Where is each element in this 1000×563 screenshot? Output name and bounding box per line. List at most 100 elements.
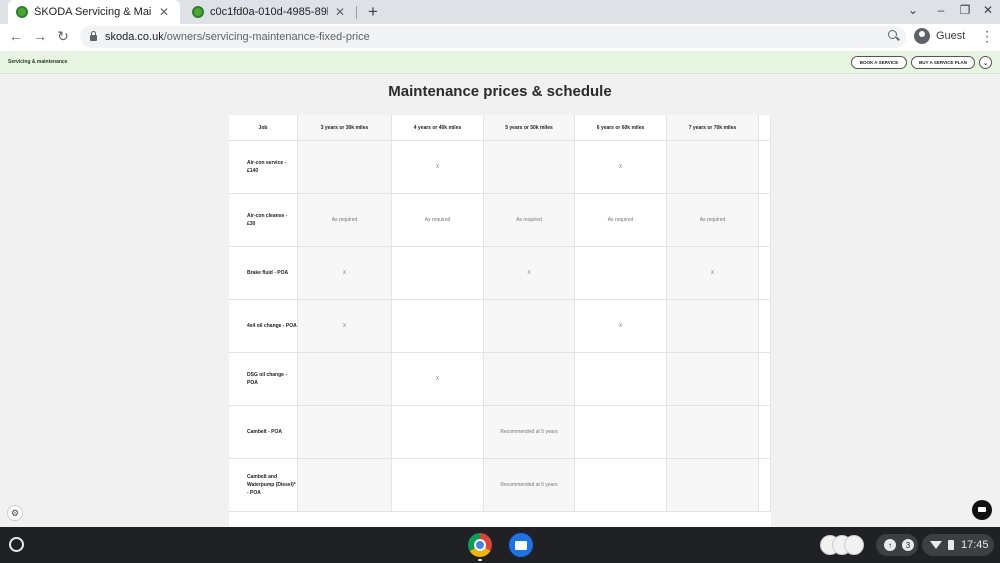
tab-close-icon[interactable]: ✕	[334, 5, 346, 19]
skoda-favicon-icon	[192, 6, 204, 18]
table-cell: As required	[392, 194, 484, 247]
table-cell: As required	[667, 194, 759, 247]
page-content: Maintenance prices & schedule Job 3 years…	[0, 74, 1000, 527]
table-cell	[759, 141, 771, 194]
tab-search-icon[interactable]: ⌄	[905, 3, 921, 17]
browser-toolbar: ← → ↻ skoda.co.uk/owners/servicing-maint…	[0, 24, 1000, 51]
status-tray[interactable]: 17:45	[922, 534, 994, 556]
table-cell: X	[298, 300, 392, 353]
files-icon[interactable]	[509, 533, 533, 557]
column-header-job: Job	[229, 115, 298, 141]
accessibility-icon[interactable]: ⚙	[7, 505, 23, 521]
table-cell	[484, 300, 575, 353]
row-job-label: Cambelt - POA	[229, 406, 298, 459]
tab-title: c0c1fd0a-010d-4985-89bf-3c0a	[210, 6, 328, 18]
phone-hub-icon[interactable]	[820, 535, 866, 555]
upload-icon: ↑	[884, 539, 896, 551]
table-cell	[759, 247, 771, 300]
table-cell: Recommended at 5 years	[484, 406, 575, 459]
close-window-icon[interactable]: ✕	[980, 3, 996, 17]
column-header: 5 years or 50k miles	[484, 115, 575, 141]
table-cell: X	[575, 141, 667, 194]
table-cell: Recommended at 5 years	[484, 459, 575, 512]
table-cell	[575, 247, 667, 300]
book-service-button[interactable]: BOOK A SERVICE	[851, 56, 907, 69]
skoda-favicon-icon	[16, 6, 28, 18]
row-job-label: Brake fluid - POA	[229, 247, 298, 300]
os-shelf: ↑ 3 17:45	[0, 527, 1000, 563]
table-cell	[484, 353, 575, 406]
row-job-label: 4x4 oil change - POA	[229, 300, 298, 353]
table-cell: As required	[298, 194, 392, 247]
battery-icon	[948, 540, 954, 550]
chat-icon[interactable]	[972, 500, 992, 520]
row-job-label: DSG oil change - POA	[229, 353, 298, 406]
address-bar[interactable]: skoda.co.uk/owners/servicing-maintenance…	[80, 26, 906, 48]
table-cell	[759, 459, 771, 512]
lock-icon	[90, 31, 97, 41]
row-job-label: Cambelt and Waterpump (Diesel)* - POA	[229, 459, 298, 512]
table-cell	[575, 459, 667, 512]
column-header: 6 years or 60k miles	[575, 115, 667, 141]
tab-separator	[356, 6, 357, 19]
guest-avatar-icon	[914, 28, 930, 44]
table-cell	[667, 300, 759, 353]
table-cell	[298, 353, 392, 406]
browser-tab-strip: ŠKODA Servicing & Maintenance ✕ c0c1fd0a…	[0, 0, 1000, 24]
table-cell	[759, 353, 771, 406]
column-header: 4 years or 40k miles	[392, 115, 484, 141]
column-header: 3 years or 30k miles	[298, 115, 392, 141]
table-cell	[667, 141, 759, 194]
notification-count: 3	[902, 539, 914, 551]
buy-service-plan-button[interactable]: BUY A SERVICE PLAN	[911, 56, 975, 69]
tab-title: ŠKODA Servicing & Maintenance	[34, 6, 152, 18]
forward-icon[interactable]: →	[32, 28, 48, 44]
back-icon[interactable]: ←	[8, 28, 24, 44]
table-cell: X	[392, 353, 484, 406]
table-cell	[759, 300, 771, 353]
table-cell	[392, 247, 484, 300]
table-cell	[667, 406, 759, 459]
table-cell: X	[298, 247, 392, 300]
new-tab-button[interactable]: +	[364, 2, 382, 22]
table-cell	[298, 141, 392, 194]
reload-icon[interactable]: ↻	[55, 28, 71, 45]
maintenance-table: Job 3 years or 30k miles 4 years or 40k mi…	[229, 115, 771, 527]
table-cell: X	[392, 141, 484, 194]
page-title: Maintenance prices & schedule	[388, 83, 612, 100]
column-header	[759, 115, 771, 141]
table-cell	[575, 353, 667, 406]
table-grid: Job 3 years or 30k miles 4 years or 40k mi…	[229, 115, 771, 512]
table-cell	[298, 459, 392, 512]
table-cell	[392, 459, 484, 512]
site-subnav: Servicing & maintenance BOOK A SERVICE B…	[0, 51, 1000, 74]
subnav-title[interactable]: Servicing & maintenance	[8, 59, 67, 65]
menu-icon[interactable]: ⋮	[980, 28, 994, 45]
row-job-label: Air-con cleanse - £30	[229, 194, 298, 247]
url-host: skoda.co.uk	[105, 31, 164, 43]
table-cell	[484, 141, 575, 194]
chevron-down-icon[interactable]: ⌄	[979, 56, 992, 69]
table-cell: X	[667, 247, 759, 300]
zoom-icon[interactable]	[888, 30, 897, 39]
profile-label: Guest	[936, 30, 966, 42]
table-cell: X	[575, 300, 667, 353]
wifi-icon	[930, 541, 942, 549]
table-cell	[392, 300, 484, 353]
tab-second[interactable]: c0c1fd0a-010d-4985-89bf-3c0a ✕	[184, 0, 354, 24]
profile-button[interactable]: Guest	[914, 28, 965, 44]
tab-close-icon[interactable]: ✕	[158, 5, 170, 19]
table-cell	[667, 459, 759, 512]
tab-skoda-servicing[interactable]: ŠKODA Servicing & Maintenance ✕	[8, 0, 180, 24]
notification-tray[interactable]: ↑ 3	[876, 534, 918, 556]
clock: 17:45	[961, 539, 989, 551]
table-cell	[759, 194, 771, 247]
restore-icon[interactable]: ❐	[957, 3, 973, 17]
chrome-icon[interactable]	[468, 533, 492, 557]
running-indicator	[478, 559, 482, 561]
launcher-icon[interactable]	[9, 537, 24, 552]
table-cell	[575, 406, 667, 459]
column-header: 7 years or 70k miles	[667, 115, 759, 141]
table-cell	[759, 406, 771, 459]
minimize-icon[interactable]: –	[933, 3, 949, 17]
